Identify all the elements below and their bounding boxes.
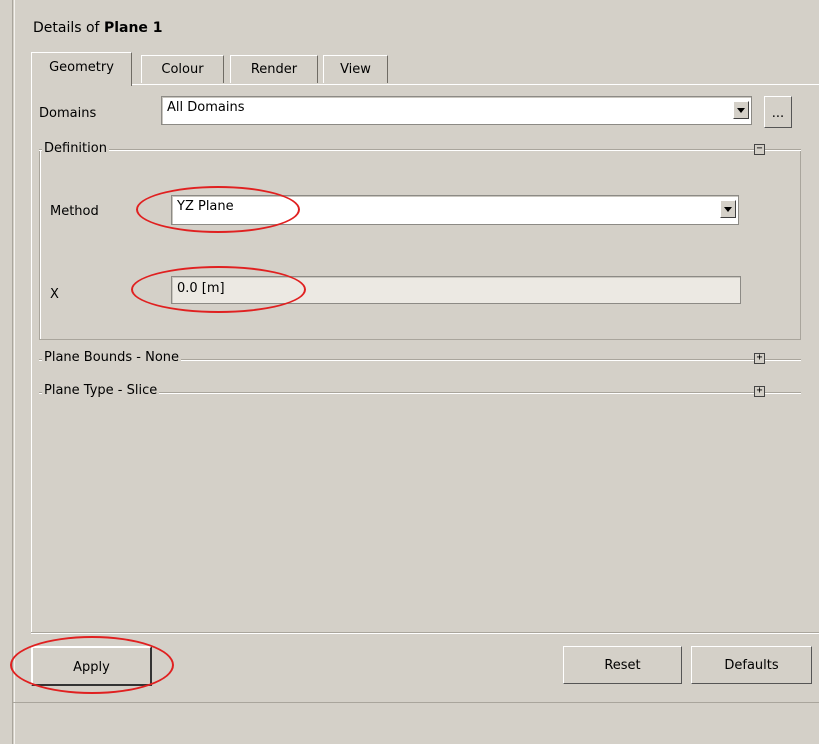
plane-type-expand-icon[interactable]: + (754, 386, 765, 397)
tab-view[interactable]: View (323, 55, 388, 83)
button-bar-separator (31, 632, 819, 634)
definition-group-label: Definition (42, 141, 109, 156)
domains-select[interactable]: All Domains (161, 96, 752, 125)
domains-select-value: All Domains (167, 100, 245, 115)
definition-collapse-icon[interactable]: − (754, 144, 765, 155)
panel-left-highlight (14, 0, 15, 744)
x-label: X (50, 287, 59, 302)
reset-button[interactable]: Reset (563, 646, 682, 684)
plane-bounds-expand-icon[interactable]: + (754, 353, 765, 364)
plane-type-label: Plane Type - Slice (42, 383, 160, 398)
plane-bounds-label: Plane Bounds - None (42, 350, 182, 365)
apply-button[interactable]: Apply (31, 646, 152, 686)
x-input[interactable]: 0.0 [m] (171, 276, 741, 304)
panel-bottom-line (12, 702, 819, 703)
tab-render[interactable]: Render (230, 55, 318, 83)
definition-group-top-line (39, 149, 801, 151)
domains-dropdown-arrow-icon[interactable] (733, 101, 749, 119)
tab-geometry[interactable]: Geometry (31, 52, 132, 86)
method-select[interactable]: YZ Plane (171, 195, 739, 225)
defaults-button[interactable]: Defaults (691, 646, 812, 684)
title-object-name: Plane 1 (103, 20, 163, 36)
panel-title: Details of Plane 1 (33, 20, 163, 36)
method-dropdown-arrow-icon[interactable] (720, 200, 736, 218)
method-select-value: YZ Plane (177, 199, 234, 214)
definition-group (39, 149, 801, 340)
domains-browse-button[interactable]: ... (764, 96, 792, 128)
panel-left-border (12, 0, 13, 744)
x-input-value: 0.0 [m] (177, 281, 225, 296)
title-prefix: Details of (33, 20, 104, 36)
method-label: Method (50, 204, 99, 219)
tab-colour[interactable]: Colour (141, 55, 224, 83)
domains-label: Domains (39, 106, 97, 121)
